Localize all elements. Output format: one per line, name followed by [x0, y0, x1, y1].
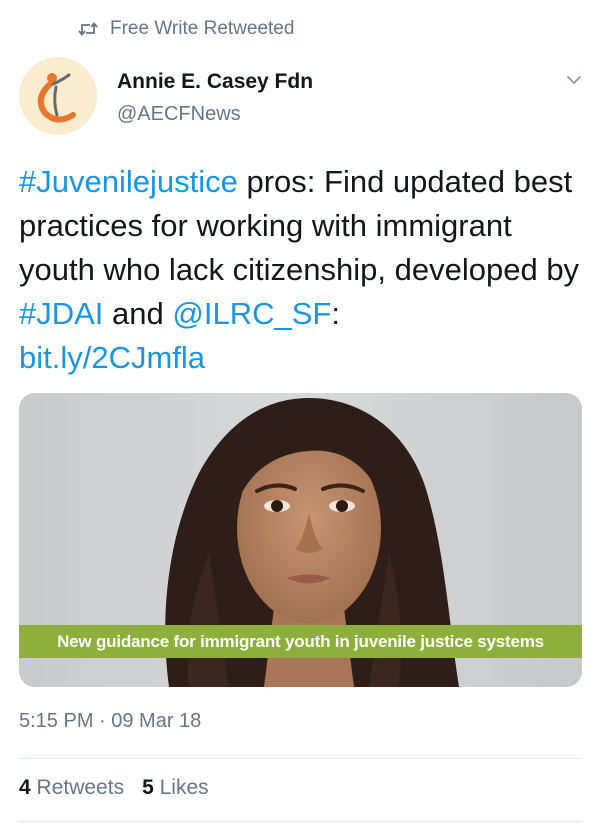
retweets-label: Retweets: [36, 776, 125, 799]
likes-label: Likes: [159, 776, 209, 799]
retweet-context-text: Free Write Retweeted: [110, 18, 295, 39]
retweets-count: 4: [19, 776, 31, 799]
aecf-logo: [19, 57, 97, 135]
hashtag-juvenilejustice[interactable]: #Juvenilejustice: [19, 164, 238, 199]
divider: [19, 821, 582, 822]
tweet-text: #Juvenilejustice pros: Find updated best…: [19, 160, 584, 380]
avatar[interactable]: [19, 57, 97, 135]
retweet-icon: [78, 22, 98, 36]
author-name[interactable]: Annie E. Casey Fdn: [117, 70, 313, 94]
chevron-down-icon[interactable]: [564, 70, 584, 90]
retweets-stat[interactable]: 4 Retweets: [19, 776, 124, 800]
divider: [19, 758, 582, 759]
tweet-media[interactable]: New guidance for immigrant youth in juve…: [19, 393, 582, 687]
tweet-link[interactable]: bit.ly/2CJmfla: [19, 340, 205, 375]
tweet-stats: 4 Retweets 5 Likes: [19, 776, 209, 800]
media-caption: New guidance for immigrant youth in juve…: [19, 625, 582, 658]
tweet-text-part: and: [103, 296, 173, 331]
likes-stat[interactable]: 5 Likes: [142, 776, 209, 800]
mention-ilrc-sf[interactable]: @ILRC_SF: [172, 296, 331, 331]
likes-count: 5: [142, 776, 154, 799]
tweet-timestamp[interactable]: 5:15 PM · 09 Mar 18: [19, 710, 201, 733]
hashtag-jdai[interactable]: #JDAI: [19, 296, 103, 331]
retweet-context[interactable]: Free Write Retweeted: [78, 16, 294, 42]
author-handle[interactable]: @AECFNews: [117, 103, 241, 126]
tweet-text-part: :: [331, 296, 340, 331]
